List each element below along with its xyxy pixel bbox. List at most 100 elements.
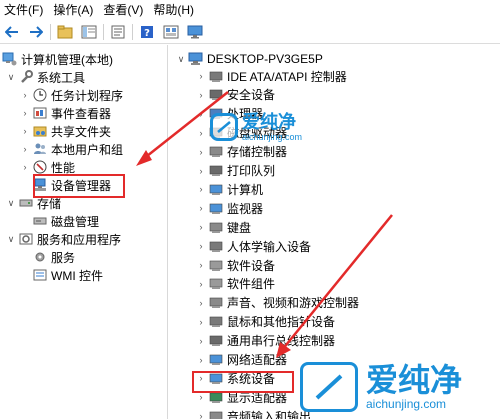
watermark-logo-icon — [300, 362, 358, 412]
software-component-icon — [208, 276, 223, 291]
back-icon[interactable] — [2, 22, 22, 42]
chevron-right-icon[interactable]: › — [196, 313, 206, 331]
chevron-right-icon[interactable]: › — [196, 256, 206, 274]
tree-label: 任务计划程序 — [51, 88, 124, 103]
tree-label: 磁盘管理 — [51, 214, 100, 229]
chevron-down-icon[interactable]: ∨ — [6, 230, 16, 248]
device-category-item[interactable]: › 存储控制器 — [196, 143, 288, 161]
device-category-item[interactable]: › 键盘 — [196, 218, 252, 236]
chevron-right-icon[interactable]: › — [20, 104, 30, 122]
device-category-label: 通用串行总线控制器 — [227, 334, 336, 349]
chevron-right-icon[interactable]: › — [196, 162, 206, 180]
clock-icon — [32, 88, 47, 103]
highlight-display-adapters — [192, 371, 294, 393]
tree-label: 性能 — [51, 160, 76, 175]
device-category-item[interactable]: › 监视器 — [196, 199, 264, 217]
menu-action[interactable]: 操作(A) — [49, 0, 99, 20]
tree-item-system-tools[interactable]: ∨ 系统工具 — [6, 68, 85, 86]
computer-icon — [188, 52, 203, 67]
device-category-item[interactable]: › 人体学输入设备 — [196, 237, 312, 255]
toolbar-divider — [132, 23, 133, 40]
device-category-item[interactable]: › 音频输入和输出 — [196, 407, 311, 419]
device-category-item[interactable]: › 鼠标和其他指针设备 — [196, 313, 336, 331]
chevron-right-icon[interactable]: › — [196, 351, 206, 369]
chevron-right-icon[interactable]: › — [196, 407, 206, 419]
chevron-right-icon[interactable]: › — [196, 294, 206, 312]
chevron-right-icon[interactable]: › — [196, 275, 206, 293]
properties-icon[interactable] — [108, 22, 128, 42]
chevron-right-icon[interactable]: › — [196, 180, 206, 198]
chevron-right-icon[interactable]: › — [196, 105, 206, 123]
watermark-bottom: 爱纯净 aichunjing.com — [300, 362, 462, 412]
tree-item-shared-folders[interactable]: › 共享文件夹 — [20, 122, 112, 140]
forward-icon[interactable] — [26, 22, 46, 42]
device-category-label: 鼠标和其他指针设备 — [227, 315, 336, 330]
menu-help[interactable]: 帮助(H) — [149, 0, 200, 20]
chevron-right-icon[interactable]: › — [196, 143, 206, 161]
console-tree-pane[interactable]: 计算机管理(本地) ∨ 系统工具 › 任务计划程序 › 事件查看器 › 共享文件… — [0, 45, 168, 419]
chevron-right-icon[interactable]: › — [196, 332, 206, 350]
tree-item-services[interactable]: 服务 — [32, 248, 75, 266]
device-category-label: 计算机 — [227, 182, 264, 197]
tree-item-services-apps[interactable]: ∨ 服务和应用程序 — [6, 230, 121, 248]
help-icon[interactable]: ? — [137, 22, 157, 42]
chevron-down-icon[interactable]: ∨ — [176, 50, 186, 68]
watermark-text: 爱纯净 — [366, 362, 463, 398]
network-adapter-icon — [208, 352, 223, 367]
svg-text:?: ? — [144, 28, 150, 39]
tools-icon — [18, 70, 33, 85]
chevron-down-icon[interactable]: ∨ — [6, 68, 16, 86]
monitor-icon[interactable] — [185, 22, 205, 42]
chevron-right-icon[interactable]: › — [196, 199, 206, 217]
services-apps-icon — [18, 232, 33, 247]
tree-item-root[interactable]: 计算机管理(本地) — [2, 50, 113, 68]
device-category-item[interactable]: › 打印队列 — [196, 162, 276, 180]
tree-item-event-viewer[interactable]: › 事件查看器 — [20, 104, 112, 122]
tree-label: 服务和应用程序 — [37, 232, 122, 247]
highlight-device-manager — [33, 174, 125, 198]
chevron-right-icon[interactable]: › — [20, 122, 30, 140]
device-category-item[interactable]: › 网络适配器 — [196, 351, 288, 369]
tree-item-local-users[interactable]: › 本地用户和组 — [20, 140, 124, 158]
software-device-icon — [208, 258, 223, 273]
chevron-right-icon[interactable]: › — [20, 140, 30, 158]
device-category-item[interactable]: › IDE ATA/ATAPI 控制器 — [196, 67, 347, 85]
printer-icon — [208, 163, 223, 178]
chevron-right-icon[interactable]: › — [20, 158, 30, 176]
chevron-right-icon[interactable]: › — [196, 124, 206, 142]
chevron-right-icon[interactable]: › — [196, 218, 206, 236]
device-category-item[interactable]: › 声音、视频和游戏控制器 — [196, 294, 360, 312]
device-category-item[interactable]: › 计算机 — [196, 180, 264, 198]
device-category-item[interactable]: › 安全设备 — [196, 86, 276, 104]
tree-item-task-scheduler[interactable]: › 任务计划程序 — [20, 86, 123, 104]
tree-label: 共享文件夹 — [51, 124, 112, 139]
tree-item-disk-management[interactable]: 磁盘管理 — [32, 212, 99, 230]
device-category-label: 音频输入和输出 — [227, 409, 312, 419]
device-category-label: 安全设备 — [227, 88, 276, 103]
chevron-right-icon[interactable]: › — [196, 67, 206, 85]
chevron-right-icon[interactable]: › — [20, 86, 30, 104]
device-tree-root[interactable]: ∨ DESKTOP-PV3GE5P — [176, 50, 323, 68]
device-category-item[interactable]: › 软件设备 — [196, 256, 276, 274]
tree-item-wmi[interactable]: WMI 控件 — [32, 266, 103, 284]
watermark-logo-icon — [210, 113, 238, 141]
device-category-item[interactable]: › 通用串行总线控制器 — [196, 332, 336, 350]
device-category-label: 软件设备 — [227, 258, 276, 273]
folder-up-icon[interactable] — [55, 22, 75, 42]
chevron-right-icon[interactable]: › — [196, 237, 206, 255]
audio-io-icon — [208, 409, 223, 419]
device-category-label: 存储控制器 — [227, 145, 288, 160]
menu-view[interactable]: 查看(V) — [99, 0, 149, 20]
chevron-down-icon[interactable]: ∨ — [6, 194, 16, 212]
view-icon[interactable] — [161, 22, 181, 42]
device-category-label: 打印队列 — [227, 164, 276, 178]
tree-label: 事件查看器 — [51, 106, 112, 121]
device-category-item[interactable]: › 软件组件 — [196, 275, 276, 293]
performance-icon — [32, 160, 47, 175]
mouse-icon — [208, 314, 223, 329]
chevron-right-icon[interactable]: › — [196, 86, 206, 104]
device-category-label: 监视器 — [227, 201, 264, 216]
menu-file[interactable]: 文件(F) — [0, 0, 49, 20]
console-tree-icon[interactable] — [79, 22, 99, 42]
tree-label: 系统工具 — [37, 70, 86, 85]
